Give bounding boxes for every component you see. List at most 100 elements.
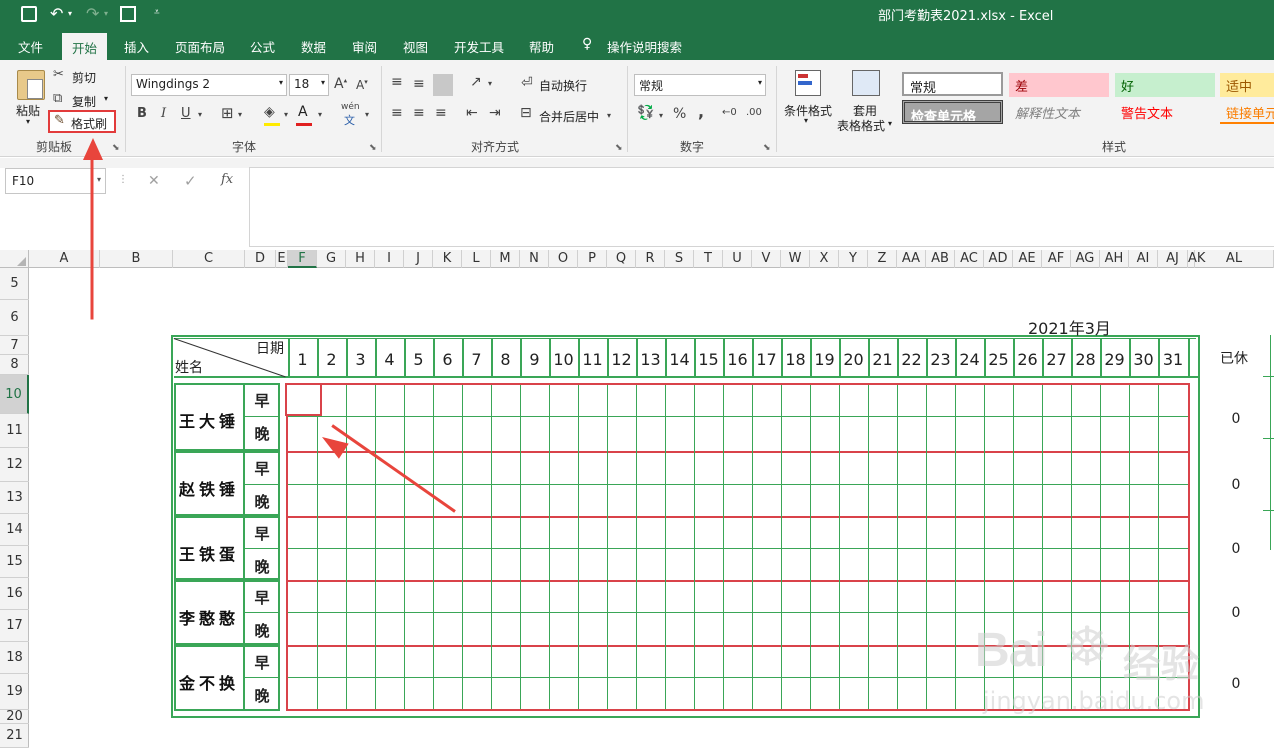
decrease-font-icon[interactable]: A▾ [356, 78, 368, 92]
cancel-icon[interactable]: ✕ [148, 173, 160, 189]
column-header-ad[interactable]: AD [984, 250, 1013, 268]
row-header-16[interactable]: 16 [0, 578, 29, 610]
tab-formulas[interactable]: 公式 [250, 37, 275, 56]
redo-dropdown-icon[interactable]: ▾ [104, 9, 108, 18]
cut-button[interactable]: 剪切 [72, 69, 96, 86]
orientation-icon[interactable]: ↗ [470, 74, 482, 90]
percent-button[interactable]: % [673, 106, 686, 122]
column-header-b[interactable]: B [100, 250, 173, 268]
border-dropdown-icon[interactable]: ▾ [238, 110, 242, 119]
font-color-icon[interactable]: A [298, 104, 308, 120]
align-center-icon[interactable]: ≡ [413, 105, 425, 121]
currency-dropdown-icon[interactable]: ▾ [659, 111, 663, 120]
column-header-z[interactable]: Z [868, 250, 897, 268]
decrease-decimal-icon[interactable]: .00 [746, 107, 762, 118]
tab-home[interactable]: 开始 [62, 33, 108, 60]
align-left-icon[interactable]: ≡ [391, 105, 403, 121]
bold-button[interactable]: B [137, 106, 147, 121]
increase-indent-icon[interactable]: ⇥ [489, 105, 501, 121]
column-header-ac[interactable]: AC [955, 250, 984, 268]
font-color-dropdown-icon[interactable]: ▾ [318, 110, 322, 119]
comma-button[interactable]: , [698, 102, 704, 121]
column-header-x[interactable]: X [810, 250, 839, 268]
number-format-select[interactable]: 常规 ▾ [634, 74, 766, 96]
tab-page-layout[interactable]: 页面布局 [175, 37, 225, 56]
column-header-f[interactable]: F [288, 250, 317, 268]
save-icon[interactable] [21, 6, 37, 22]
column-header-u[interactable]: U [723, 250, 752, 268]
number-launcher-icon[interactable]: ⬊ [763, 143, 771, 153]
align-bottom-icon[interactable] [433, 74, 453, 96]
underline-dropdown-icon[interactable]: ▾ [198, 110, 202, 119]
column-header-ae[interactable]: AE [1013, 250, 1042, 268]
font-launcher-icon[interactable]: ⬊ [369, 143, 377, 153]
column-header-ak[interactable]: AK [1188, 250, 1205, 268]
style-good[interactable]: 好 [1115, 73, 1215, 97]
style-linked-cell[interactable]: 链接单元 [1220, 100, 1274, 124]
select-all-button[interactable] [0, 250, 29, 268]
row-header-7[interactable]: 7 [0, 336, 29, 355]
column-header-o[interactable]: O [549, 250, 578, 268]
column-header-l[interactable]: L [462, 250, 491, 268]
style-normal[interactable]: 常规 [902, 72, 1003, 96]
form-icon[interactable] [120, 6, 136, 22]
column-header-e[interactable]: E [276, 250, 288, 268]
column-header-p[interactable]: P [578, 250, 607, 268]
clipboard-launcher-icon[interactable]: ⬊ [112, 143, 120, 153]
column-header-aj[interactable]: AJ [1158, 250, 1188, 268]
paste-icon[interactable] [17, 70, 45, 100]
fill-color-icon[interactable]: ◈ [264, 104, 275, 120]
column-header-g[interactable]: G [317, 250, 346, 268]
row-header-13[interactable]: 13 [0, 482, 29, 514]
column-header-d[interactable]: D [245, 250, 276, 268]
style-neutral[interactable]: 适中 [1220, 73, 1274, 97]
alignment-launcher-icon[interactable]: ⬊ [615, 143, 623, 153]
formula-input[interactable] [249, 167, 1274, 247]
copy-dropdown-icon[interactable]: ▾ [104, 94, 108, 103]
tab-developer[interactable]: 开发工具 [454, 37, 504, 56]
column-header-aa[interactable]: AA [897, 250, 926, 268]
orientation-dropdown-icon[interactable]: ▾ [488, 79, 492, 88]
row-header-17[interactable]: 17 [0, 610, 29, 642]
tab-help[interactable]: 帮助 [529, 37, 554, 56]
merge-dropdown-icon[interactable]: ▾ [607, 111, 611, 120]
decrease-indent-icon[interactable]: ⇤ [466, 105, 478, 121]
undo-icon[interactable]: ↶ [50, 4, 63, 23]
column-header-s[interactable]: S [665, 250, 694, 268]
row-header-8[interactable]: 8 [0, 355, 29, 375]
row-header-5[interactable]: 5 [0, 268, 29, 300]
align-middle-icon[interactable]: ≡ [413, 76, 425, 92]
row-header-20[interactable]: 20 [0, 710, 29, 724]
resize-handle-icon[interactable]: ⋮ [118, 174, 128, 185]
row-header-21[interactable]: 21 [0, 724, 29, 748]
fill-dropdown-icon[interactable]: ▾ [284, 110, 288, 119]
undo-dropdown-icon[interactable]: ▾ [68, 9, 72, 18]
name-box-dropdown-icon[interactable]: ▾ [97, 175, 101, 184]
tab-review[interactable]: 审阅 [352, 37, 377, 56]
column-header-m[interactable]: M [491, 250, 520, 268]
column-header-ab[interactable]: AB [926, 250, 955, 268]
column-header-r[interactable]: R [636, 250, 665, 268]
column-header-i[interactable]: I [375, 250, 404, 268]
column-header-v[interactable]: V [752, 250, 781, 268]
paste-dropdown-icon[interactable]: ▾ [26, 117, 30, 126]
row-header-15[interactable]: 15 [0, 546, 29, 578]
border-icon[interactable]: ⊞ [221, 104, 234, 122]
style-explanatory[interactable]: 解释性文本 [1009, 100, 1109, 124]
align-right-icon[interactable]: ≡ [435, 105, 447, 121]
format-painter-button[interactable]: 格式刷 [71, 115, 107, 132]
phonetic-dropdown-icon[interactable]: ▾ [365, 110, 369, 119]
column-header-y[interactable]: Y [839, 250, 868, 268]
row-header-10[interactable]: 10 [0, 375, 29, 414]
column-header-w[interactable]: W [781, 250, 810, 268]
underline-button[interactable]: U [181, 106, 191, 121]
column-header-al[interactable]: AL [1195, 250, 1274, 268]
insert-function-icon[interactable]: fx [221, 172, 233, 187]
row-header-19[interactable]: 19 [0, 674, 29, 710]
format-table-label-2[interactable]: 表格格式 [837, 117, 885, 134]
style-warning[interactable]: 警告文本 [1115, 100, 1215, 124]
italic-button[interactable]: I [161, 106, 166, 121]
wrap-text-button[interactable]: 自动换行 [539, 77, 587, 94]
row-header-12[interactable]: 12 [0, 448, 29, 482]
tab-view[interactable]: 视图 [403, 37, 428, 56]
